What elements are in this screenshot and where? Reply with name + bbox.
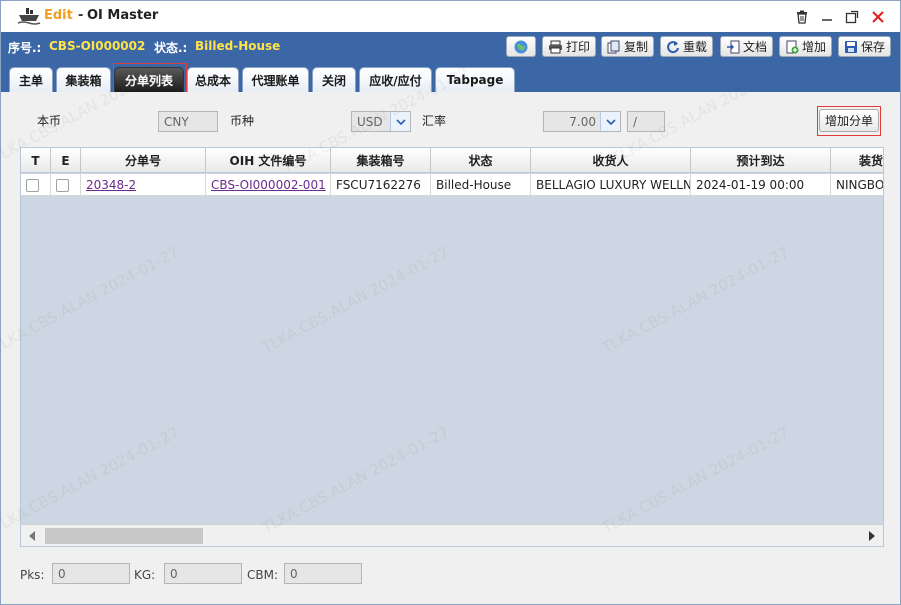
save-button[interactable]: 保存 <box>838 36 892 57</box>
add-file-icon <box>786 40 799 53</box>
hbl-link[interactable]: 20348-2 <box>86 178 136 192</box>
e-checkbox-cell <box>51 174 81 196</box>
seq-value: CBS-OI000002 <box>49 39 146 53</box>
chevron-down-icon[interactable] <box>600 112 620 131</box>
pks-label: Pks: <box>20 568 45 582</box>
tab-master[interactable]: 主单 <box>9 67 53 92</box>
cbm-label: CBM: <box>247 568 279 582</box>
maximize-icon[interactable] <box>843 8 861 26</box>
add-button[interactable]: 增加 <box>779 36 833 57</box>
reload-icon <box>667 40 679 53</box>
tab-agent-bill[interactable]: 代理账单 <box>242 67 309 92</box>
title-bar: Edit - OI Master <box>1 1 900 32</box>
print-button[interactable]: 打印 <box>542 36 597 57</box>
column-header[interactable]: E <box>51 148 81 173</box>
tab-ar-ap[interactable]: 应收/应付 <box>359 67 432 92</box>
column-header[interactable]: 收货人 <box>531 148 691 173</box>
container-cell: FSCU7162276 <box>331 174 431 196</box>
docs-label: 文档 <box>743 40 768 54</box>
refresh-globe-button[interactable] <box>506 36 536 57</box>
minimize-icon[interactable] <box>818 8 836 26</box>
status-value: Billed-House <box>195 39 281 53</box>
save-disk-icon <box>845 40 857 53</box>
printer-icon <box>549 40 562 53</box>
grid-header: T E 分单号 OIH 文件编号 集装箱号 状态 收货人 预计到达 装货 <box>21 148 883 173</box>
file-no-cell: CBS-OI000002-001 <box>206 174 331 196</box>
consignee-cell: BELLAGIO LUXURY WELLN <box>531 174 691 196</box>
currency-label: 币种 <box>230 114 255 128</box>
file-no-link[interactable]: CBS-OI000002-001 <box>211 178 326 192</box>
edit-window: Edit - OI Master 序号.: CBS-OI000002 状态.: … <box>0 0 901 605</box>
status-cell: Billed-House <box>431 174 531 196</box>
add-label: 增加 <box>802 40 827 54</box>
exchange-rate-select[interactable]: 7.00 <box>543 111 621 132</box>
window-title: OI Master <box>87 8 159 23</box>
tab-close[interactable]: 关闭 <box>312 67 356 92</box>
house-list-panel: 本币 CNY 币种 USD 汇率 7.00 / 增加分单 T E 分单号 OIH… <box>9 92 892 598</box>
chevron-down-icon[interactable] <box>390 112 410 131</box>
column-header[interactable]: 装货 <box>831 148 883 173</box>
t-checkbox[interactable] <box>26 178 39 192</box>
save-label: 保存 <box>861 40 886 54</box>
scroll-right-icon[interactable] <box>867 530 877 542</box>
exchange-rate-label: 汇率 <box>422 114 447 128</box>
scrollbar-thumb[interactable] <box>45 528 203 544</box>
trash-icon[interactable] <box>793 8 811 26</box>
tab-house-list[interactable]: 分单列表 <box>114 67 184 92</box>
window-mode: Edit <box>44 8 73 23</box>
column-header[interactable]: 集装箱号 <box>331 148 431 173</box>
copy-label: 复制 <box>624 40 649 54</box>
reload-label: 重载 <box>683 40 708 54</box>
exchange-rate-value: 7.00 <box>569 114 596 129</box>
tab-total-cost[interactable]: 总成本 <box>187 67 239 92</box>
base-currency-label: 本币 <box>37 114 62 128</box>
kg-label: KG: <box>134 568 156 582</box>
copy-icon <box>607 40 620 53</box>
document-icon <box>727 40 740 53</box>
add-house-button[interactable]: 增加分单 <box>819 109 880 132</box>
tab-tabpage[interactable]: Tabpage <box>435 67 515 92</box>
column-header[interactable]: T <box>21 148 51 173</box>
cbm-field[interactable]: 0 <box>284 563 362 584</box>
title-separator: - <box>78 8 84 23</box>
copy-button[interactable]: 复制 <box>601 36 655 57</box>
seq-label: 序号.: <box>8 41 42 55</box>
currency-select-value: USD <box>357 114 383 129</box>
tab-containers[interactable]: 集装箱 <box>56 67 111 92</box>
t-checkbox-cell <box>21 174 51 196</box>
tab-strip: 主单 集装箱 分单列表 总成本 代理账单 关闭 应收/应付 Tabpage <box>1 61 900 92</box>
reload-button[interactable]: 重载 <box>660 36 714 57</box>
column-header[interactable]: 状态 <box>431 148 531 173</box>
eta-cell: 2024-01-19 00:00 <box>691 174 831 196</box>
currency-select[interactable]: USD <box>351 111 411 132</box>
docs-button[interactable]: 文档 <box>720 36 774 57</box>
loading-port-cell: NINGBO <box>831 174 883 196</box>
horizontal-scrollbar[interactable] <box>21 524 883 546</box>
print-label: 打印 <box>566 40 591 54</box>
exchange-rate-divider-field[interactable]: / <box>627 111 665 132</box>
pks-field[interactable]: 0 <box>52 563 130 584</box>
info-bar: 序号.: CBS-OI000002 状态.: Billed-House 打印 复… <box>1 32 900 61</box>
e-checkbox[interactable] <box>56 178 69 192</box>
status-label: 状态.: <box>154 41 188 55</box>
hbl-cell: 20348-2 <box>81 174 206 196</box>
globe-icon <box>514 40 528 53</box>
close-icon[interactable] <box>869 8 887 26</box>
table-row[interactable]: 20348-2 CBS-OI000002-001 FSCU7162276 Bil… <box>21 174 883 196</box>
kg-field[interactable]: 0 <box>164 563 242 584</box>
column-header[interactable]: 预计到达 <box>691 148 831 173</box>
ship-icon <box>17 8 41 25</box>
column-header[interactable]: OIH 文件编号 <box>206 148 331 173</box>
base-currency-field[interactable]: CNY <box>158 111 218 132</box>
column-header[interactable]: 分单号 <box>81 148 206 173</box>
house-list-grid: T E 分单号 OIH 文件编号 集装箱号 状态 收货人 预计到达 装货 203… <box>20 147 884 547</box>
scroll-left-icon[interactable] <box>27 530 37 542</box>
